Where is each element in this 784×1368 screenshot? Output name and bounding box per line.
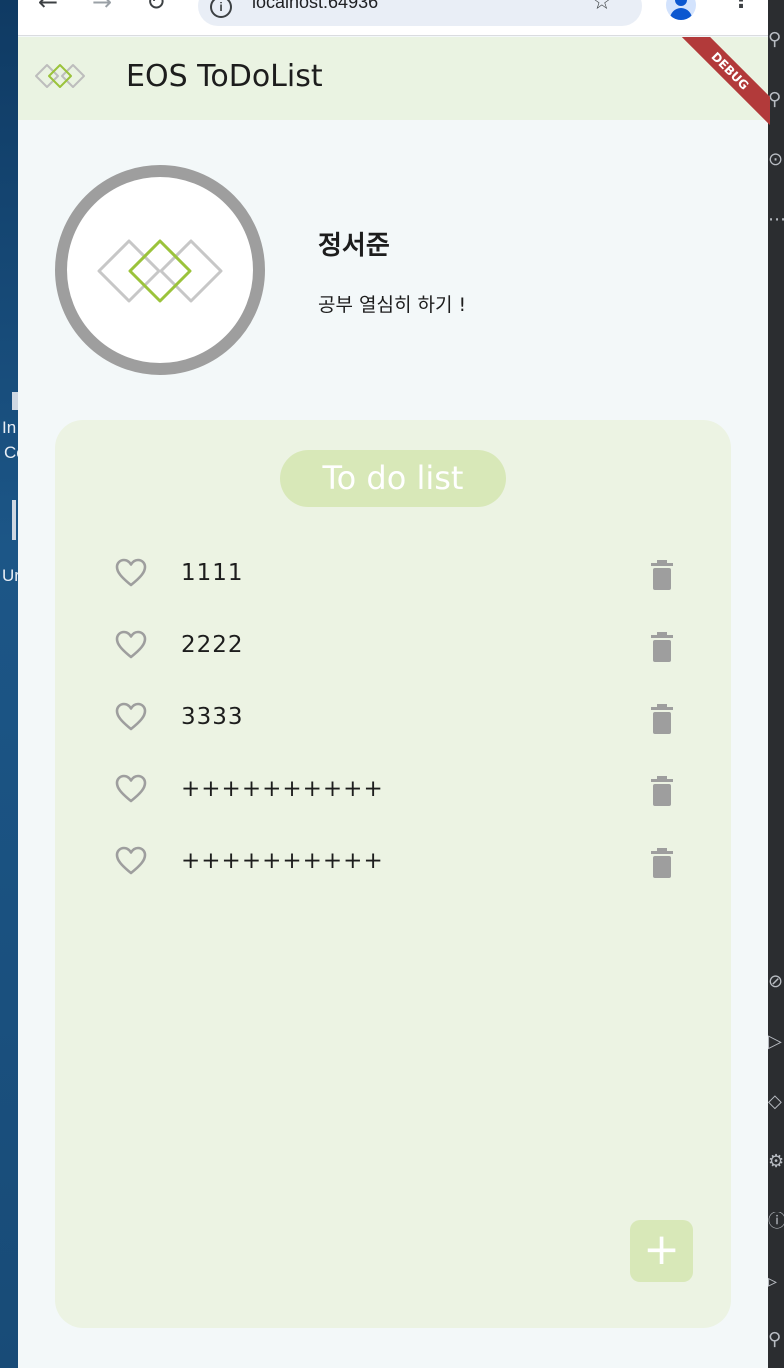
todo-text: ++++++++++ [181,776,384,802]
bookmark-star-icon[interactable]: ☆ [592,0,612,15]
ide-compare-icon[interactable]: ⊙ [768,150,784,170]
ide-alert-icon[interactable]: ⓘ [768,1212,784,1232]
todo-text: 2222 [181,632,244,658]
todo-text: ++++++++++ [181,848,384,874]
ide-gem-icon[interactable]: ◇ [768,1092,784,1112]
eos-logo-icon [35,64,85,88]
ide-source-control-icon[interactable]: ⚲ [768,30,784,50]
add-todo-button[interactable]: + [630,1220,693,1282]
eos-avatar-logo-icon [97,239,223,303]
url-text[interactable]: localhost:64936 [252,0,378,13]
favorite-heart-icon[interactable] [115,774,147,804]
delete-trash-icon[interactable] [651,560,673,590]
address-bar[interactable]: i localhost:64936 ☆ [198,0,642,26]
favorite-heart-icon[interactable] [115,558,147,588]
profile-avatar-icon[interactable] [666,0,696,20]
ide-run-icon[interactable]: ▷ [768,1032,784,1052]
app-title: EOS ToDoList [126,59,323,94]
ide-branch-icon[interactable]: ⚲ [768,90,784,110]
reload-button[interactable]: ↻ [146,0,166,16]
delete-trash-icon[interactable] [651,632,673,662]
profile-motto: 공부 열심히 하기 ! [318,294,467,316]
delete-trash-icon[interactable] [651,704,673,734]
todo-title-badge: To do list [280,450,506,507]
browser-menu-icon[interactable]: ⋮ [730,0,752,13]
back-button[interactable]: ← [38,0,58,16]
debug-banner: DEBUG [640,37,770,167]
favorite-heart-icon[interactable] [115,630,147,660]
todo-item: 1111 [115,552,685,600]
forward-button[interactable]: → [92,0,112,16]
ide-extension-icon[interactable]: ⚙ [768,1152,784,1172]
favorite-heart-icon[interactable] [115,702,147,732]
todo-item: ++++++++++ [115,768,685,816]
todo-text: 1111 [181,560,244,586]
browser-toolbar: ← → ↻ i localhost:64936 ☆ ⋮ [18,0,768,36]
desktop-label: In [2,418,17,437]
todo-card: To do list 1111 2222 3333 ++++++++++ +++… [55,420,731,1328]
site-info-icon[interactable]: i [210,0,232,18]
todo-item: ++++++++++ [115,840,685,888]
debug-ribbon-label: DEBUG [673,37,770,128]
todo-text: 3333 [181,704,244,730]
ide-debug-icon[interactable]: ⊘ [768,972,784,992]
todo-item: 2222 [115,624,685,672]
browser-window: ← → ↻ i localhost:64936 ☆ ⋮ EOS ToDoList [18,0,768,1368]
delete-trash-icon[interactable] [651,848,673,878]
ide-more-icon[interactable]: ⋯ [768,210,784,230]
profile-name: 정서준 [318,231,390,261]
ide-terminal-icon[interactable]: ▹ [768,1272,784,1292]
favorite-heart-icon[interactable] [115,846,147,876]
profile-avatar [55,165,265,375]
todo-item: 3333 [115,696,685,744]
desktop-file-icon[interactable] [12,500,16,540]
ide-remote-icon[interactable]: ⚲ [768,1330,784,1350]
delete-trash-icon[interactable] [651,776,673,806]
